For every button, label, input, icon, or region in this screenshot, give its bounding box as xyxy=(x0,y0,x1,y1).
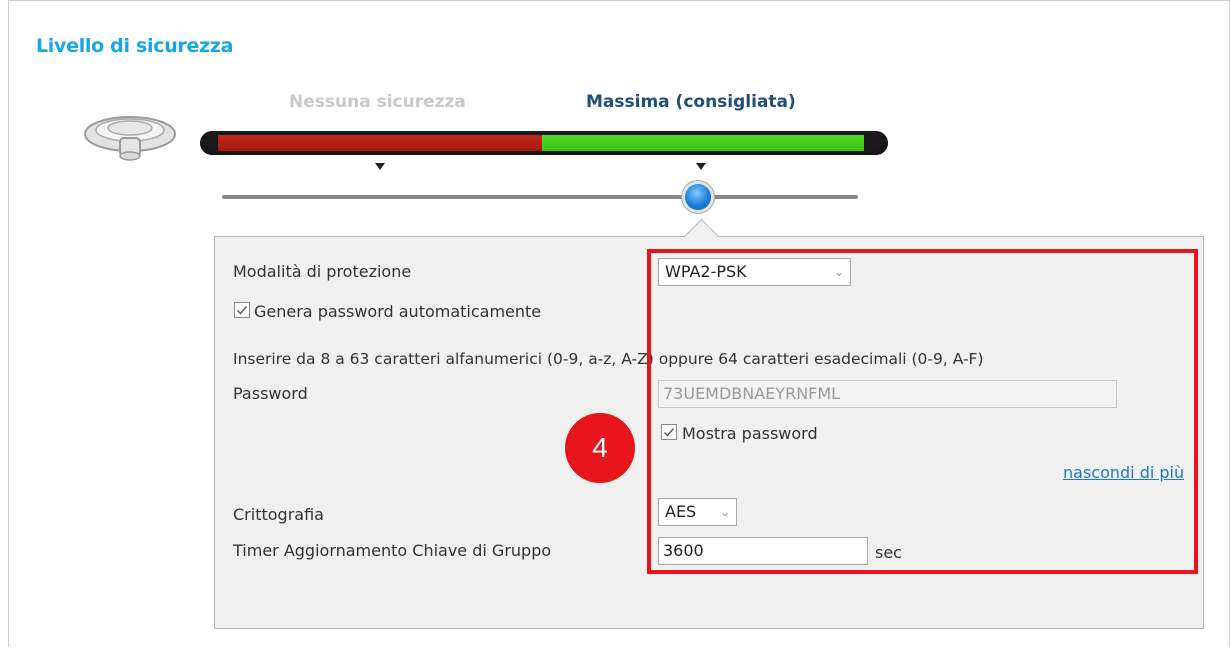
security-level-slider-track[interactable] xyxy=(222,195,858,199)
security-level-bar-low xyxy=(218,135,542,151)
checkmark-icon xyxy=(237,306,248,315)
password-label: Password xyxy=(233,384,308,403)
security-level-max-label[interactable]: Massima (consigliata) xyxy=(586,92,796,112)
security-level-bar xyxy=(200,131,888,155)
security-level-slider-knob[interactable] xyxy=(685,184,711,210)
step-number-badge: 4 xyxy=(565,413,635,483)
security-level-bar-high xyxy=(542,135,864,151)
auto-password-checkbox[interactable] xyxy=(234,302,250,318)
section-title: Livello di sicurezza xyxy=(36,35,234,57)
annotation-highlight-box xyxy=(647,249,1198,574)
security-level-tick-max xyxy=(696,163,706,170)
auto-password-label[interactable]: Genera password automaticamente xyxy=(254,302,541,321)
encryption-label: Crittografia xyxy=(233,505,324,524)
group-key-timer-label: Timer Aggiornamento Chiave di Gruppo xyxy=(233,541,552,560)
protection-mode-label: Modalità di protezione xyxy=(233,262,412,281)
wifi-router-icon xyxy=(84,116,176,161)
security-level-none-label[interactable]: Nessuna sicurezza xyxy=(289,92,466,112)
security-level-tick-none xyxy=(375,163,385,170)
